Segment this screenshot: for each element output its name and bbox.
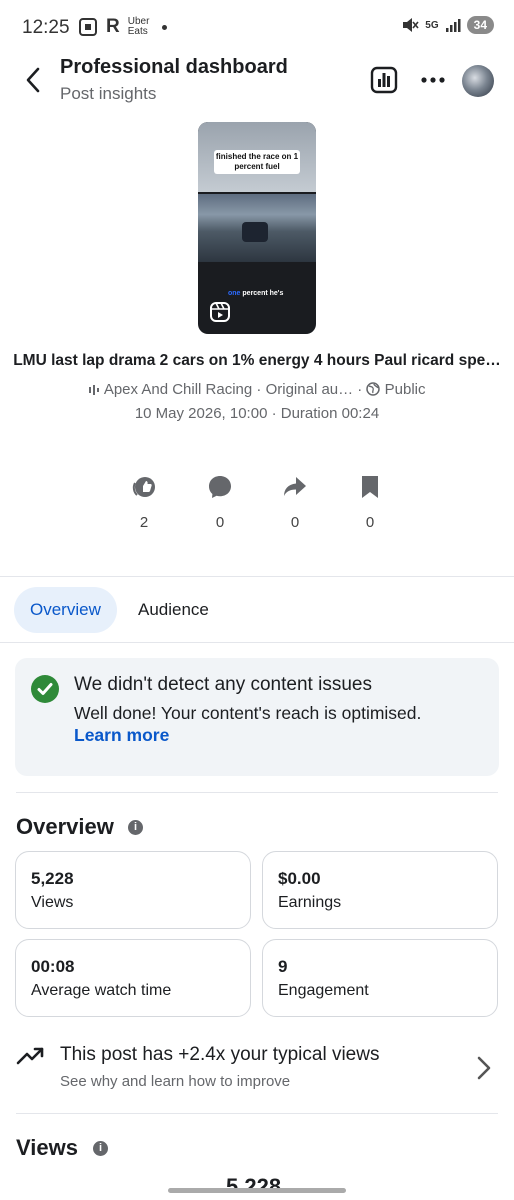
engagement-value: 9 <box>278 957 288 976</box>
likes-stat[interactable]: 2 <box>124 474 164 531</box>
saves-stat[interactable]: 0 <box>350 474 390 531</box>
tab-audience[interactable]: Audience <box>122 587 225 633</box>
shares-stat[interactable]: 0 <box>275 474 315 531</box>
typical-views-title: This post has +2.4x your typical views <box>60 1044 380 1065</box>
notice-title: We didn't detect any content issues <box>74 674 372 695</box>
battery-icon: 34 <box>466 16 494 34</box>
globe-icon <box>366 382 381 396</box>
notice-body: Well done! Your content's reach is optim… <box>74 703 422 723</box>
status-bar: 12:25 R Uber Eats 5G 34 <box>0 0 514 56</box>
overview-info-icon[interactable]: i <box>128 820 143 835</box>
audio-bars-icon <box>89 385 100 395</box>
divider <box>0 642 514 643</box>
back-arrow-icon[interactable] <box>20 66 48 94</box>
overview-section-title: Overview <box>16 814 114 839</box>
post-author[interactable]: Apex And Chill Racing <box>104 381 252 398</box>
saves-count: 0 <box>365 514 375 531</box>
earnings-label: Earnings <box>278 894 342 911</box>
home-indicator[interactable] <box>168 1188 346 1193</box>
post-title: LMU last lap drama 2 cars on 1% energy 4… <box>13 352 501 369</box>
divider <box>0 576 514 577</box>
post-duration: · Duration 00:24 <box>271 405 380 422</box>
meta-separator: · <box>357 381 363 398</box>
uber-eats-icon: Uber Eats <box>127 16 150 37</box>
views-section-title: Views <box>16 1135 78 1160</box>
thumbnail-subtitle: one percent he's <box>228 290 283 297</box>
r-app-icon: R <box>106 16 120 37</box>
watch-time-card[interactable]: 00:08 Average watch time <box>15 939 251 1017</box>
checkmark-icon <box>37 683 53 695</box>
dot-icon <box>161 24 167 30</box>
views-value: 5,228 <box>31 869 74 888</box>
system-icons: 5G 34 <box>401 16 494 34</box>
trending-up-icon <box>16 1047 44 1065</box>
typical-views-subtitle: See why and learn how to improve <box>60 1073 291 1090</box>
views-label: Views <box>31 894 74 911</box>
post-meta: Apex And Chill Racing · Original au… · P… <box>0 381 514 398</box>
comments-stat[interactable]: 0 <box>200 474 240 531</box>
notification-icons: R Uber Eats <box>78 16 167 38</box>
comment-icon <box>209 476 231 498</box>
views-info-icon[interactable]: i <box>93 1141 108 1156</box>
profile-avatar[interactable] <box>462 65 494 97</box>
thumbnail-subtitle-text: percent he's <box>240 290 284 297</box>
post-privacy: Public <box>384 381 426 398</box>
earnings-value: $0.00 <box>278 869 321 888</box>
chevron-right-icon <box>477 1056 491 1080</box>
post-date: 10 May 2026, 10:00 <box>134 405 268 422</box>
bookmark-icon <box>362 476 378 498</box>
engagement-label: Engagement <box>278 982 369 999</box>
thumbnail-car <box>242 222 268 242</box>
network-label: 5G <box>425 19 439 31</box>
reaction-summary: 2 0 0 0 <box>0 474 514 544</box>
clock: 12:25 <box>22 17 70 38</box>
insights-chart-icon[interactable] <box>370 66 398 94</box>
page-subtitle: Post insights <box>60 84 157 103</box>
post-date-line: 10 May 2026, 10:00 · Duration 00:24 <box>0 405 514 422</box>
page-title: Professional dashboard <box>60 56 288 78</box>
share-icon <box>284 477 306 496</box>
thumbnail-subtitle-highlight: one <box>228 290 241 297</box>
header: Professional dashboard Post insights <box>0 50 514 110</box>
typical-views-row[interactable]: This post has +2.4x your typical views S… <box>0 1036 514 1100</box>
likes-count: 2 <box>139 514 149 531</box>
screenshot-notification-icon <box>79 18 97 36</box>
views-total-value: 5,228 <box>226 1176 281 1188</box>
tab-overview[interactable]: Overview <box>14 587 117 633</box>
views-card[interactable]: 5,228 Views <box>15 851 251 929</box>
mute-icon <box>403 18 419 32</box>
post-thumbnail[interactable]: finished the race on 1 percent fuel one … <box>198 122 316 334</box>
comments-count: 0 <box>215 514 225 531</box>
check-circle-icon <box>31 675 59 703</box>
like-reaction-icon <box>132 477 155 497</box>
divider <box>16 792 498 793</box>
engagement-card[interactable]: 9 Engagement <box>262 939 498 1017</box>
reels-icon <box>210 302 230 322</box>
shares-count: 0 <box>290 514 300 531</box>
content-issues-notice: We didn't detect any content issues Well… <box>15 658 499 776</box>
learn-more-link[interactable]: Learn more <box>74 725 169 746</box>
watch-time-label: Average watch time <box>31 982 172 999</box>
post-audio[interactable]: · Original au… <box>256 381 353 398</box>
signal-icon <box>445 19 461 32</box>
divider <box>16 1113 498 1114</box>
watch-time-value: 00:08 <box>31 957 75 976</box>
earnings-card[interactable]: $0.00 Earnings <box>262 851 498 929</box>
more-options-icon[interactable] <box>420 68 446 92</box>
thumbnail-caption: finished the race on 1 percent fuel <box>214 150 300 174</box>
